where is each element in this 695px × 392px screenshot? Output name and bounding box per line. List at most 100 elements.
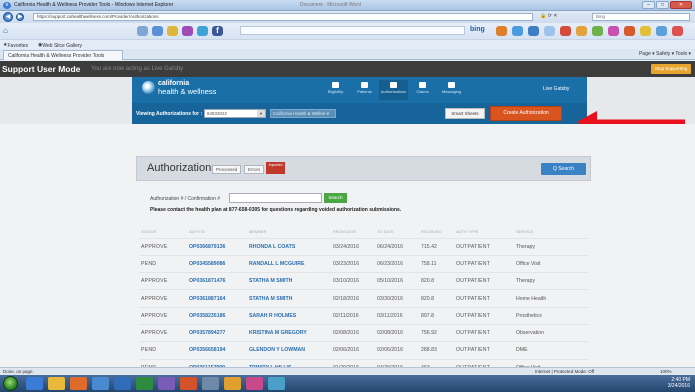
member-link[interactable]: STATHA M SMITH <box>247 272 331 290</box>
toolbar-app-icon[interactable] <box>672 26 683 36</box>
onenote-taskbar-icon[interactable] <box>158 377 175 390</box>
column-header[interactable]: STATUS <box>139 225 187 238</box>
browser-tab[interactable]: California Health & Wellness Provider To… <box>3 50 123 60</box>
auth-id-link[interactable]: OP0358235186 <box>187 306 247 325</box>
provider-id-select[interactable]: 84833022 ▼ <box>204 109 266 118</box>
toolbar-app-icon[interactable] <box>152 26 163 36</box>
auth-id-link[interactable]: OP0361871476 <box>187 272 247 290</box>
member-link[interactable]: RANDALL L MCGUIRE <box>247 254 331 273</box>
toolbar-app-icon[interactable] <box>182 26 193 36</box>
facebook-icon[interactable]: f <box>212 26 223 36</box>
table-row[interactable]: APPROVE OP0358235186 SARAH R HOLMES 02/1… <box>139 306 589 325</box>
member-link[interactable]: RHONDA L COATS <box>247 237 331 256</box>
app-taskbar-icon[interactable] <box>246 377 263 390</box>
table-row[interactable]: APPROVE OP0361887164 STATHA M SMITH 02/1… <box>139 289 589 308</box>
column-header[interactable]: AUTH ID <box>187 225 247 238</box>
toolbar-app-icon[interactable] <box>608 26 619 36</box>
status-cell: APPROVE <box>139 306 187 325</box>
health-plan-select[interactable]: California Health & Wellne ▾ <box>270 109 336 118</box>
column-header[interactable]: RECEIVED <box>419 225 454 238</box>
nav-patients[interactable]: Patients <box>350 80 379 100</box>
column-header[interactable]: SERVICE <box>514 225 589 238</box>
address-bar[interactable]: https://support.cahealthwellness.com/Pro… <box>33 13 533 21</box>
toolbar-app-icon[interactable] <box>544 26 555 36</box>
powerpoint-taskbar-icon[interactable] <box>180 377 197 390</box>
column-header[interactable]: TO DATE <box>375 225 419 238</box>
toolbar-app-icon[interactable] <box>197 26 208 36</box>
table-row[interactable]: APPROVE OP0357894277 KRISTINA M GREGORY … <box>139 323 589 342</box>
member-link[interactable]: KRISTINA M GREGORY <box>247 323 331 342</box>
window-title-secondary: Document - Microsoft Word <box>300 2 361 8</box>
app-taskbar-icon[interactable] <box>268 377 285 390</box>
to-date-cell: 02/08/2016 <box>375 323 419 342</box>
toolbar-app-icon[interactable] <box>640 26 651 36</box>
table-row[interactable]: APPROVE OP0366879136 RHONDA L COATS 03/2… <box>139 237 589 256</box>
security-zone[interactable]: Internet | Protected Mode: Off <box>535 369 594 374</box>
to-date-cell: 06/23/2016 <box>375 254 419 273</box>
table-row[interactable]: APPROVE OP0361871476 STATHA M SMITH 03/1… <box>139 272 589 290</box>
app-taskbar-icon[interactable] <box>202 377 219 390</box>
address-tools-icons[interactable]: 🔒 ⟳ ✕ <box>540 13 557 19</box>
member-link[interactable]: SARAH R HOLMES <box>247 306 331 325</box>
stop-supporting-button[interactable]: Stop Supporting <box>651 64 691 74</box>
tab-processed[interactable]: Processed <box>212 165 242 174</box>
nav-authorizations[interactable]: Authorizations <box>379 80 408 100</box>
web-slice-gallery-link[interactable]: ◉ Web Slice Gallery <box>38 42 82 50</box>
toolbar-app-icon[interactable] <box>167 26 178 36</box>
member-link[interactable]: GLENDON Y LOWMAN <box>247 341 331 360</box>
column-header[interactable]: FROM DATE <box>331 225 375 238</box>
taskbar-clock[interactable]: 2:40 PM 3/24/2016 <box>668 377 690 389</box>
minimize-icon[interactable]: – <box>642 1 655 9</box>
user-menu[interactable]: Live Gatsby <box>543 86 569 92</box>
toolbar-app-icon[interactable] <box>656 26 667 36</box>
nav-messaging[interactable]: Messaging <box>437 80 466 100</box>
quick-search-button[interactable]: Q Search <box>541 163 586 175</box>
column-header[interactable]: AUTH TYPE <box>454 225 514 238</box>
outlook-taskbar-icon[interactable] <box>92 377 109 390</box>
table-row[interactable]: PEND OP0345589086 RANDALL L MCGUIRE 03/2… <box>139 254 589 273</box>
table-row[interactable]: PEND OP0356658194 GLENDON Y LOWMAN 02/06… <box>139 341 589 360</box>
auth-number-input[interactable] <box>229 193 322 203</box>
favorites-button[interactable]: ★ Favorites <box>3 42 28 50</box>
search-input[interactable]: Bing <box>592 13 690 21</box>
ie-taskbar-icon[interactable] <box>26 377 43 390</box>
imported-badge[interactable]: Imported <box>266 162 285 174</box>
search-button[interactable]: Search <box>324 193 347 203</box>
auth-id-link[interactable]: OP0366879136 <box>187 237 247 256</box>
smart-sheets-button[interactable]: Smart Sheets <box>445 108 485 119</box>
word-taskbar-icon[interactable] <box>114 377 131 390</box>
auth-id-link[interactable]: OP0361887164 <box>187 289 247 308</box>
command-bar[interactable]: Page ▾ Safety ▾ Tools ▾ <box>639 51 691 57</box>
create-authorization-button[interactable]: Create Authorization <box>490 106 562 121</box>
auth-id-link[interactable]: OP0357894277 <box>187 323 247 342</box>
toolbar-app-icon[interactable] <box>560 26 571 36</box>
explorer-taskbar-icon[interactable] <box>48 377 65 390</box>
app-taskbar-icon[interactable] <box>224 377 241 390</box>
zoom-level[interactable]: 100% <box>660 369 672 374</box>
nav-claims[interactable]: Claims <box>408 80 437 100</box>
forward-arrow-icon[interactable]: ▶ <box>16 13 24 21</box>
member-link[interactable]: STATHA M SMITH <box>247 289 331 308</box>
home-icon[interactable]: ⌂ <box>3 26 8 35</box>
excel-taskbar-icon[interactable] <box>136 377 153 390</box>
auth-id-link[interactable]: OP0345589086 <box>187 254 247 273</box>
bing-logo[interactable]: bing <box>470 26 485 33</box>
maximize-icon[interactable]: □ <box>656 1 669 9</box>
back-arrow-icon[interactable]: ◀ <box>3 12 13 22</box>
close-icon[interactable]: ✕ <box>670 1 692 9</box>
toolbar-app-icon[interactable] <box>624 26 635 36</box>
toolbar-search-input[interactable] <box>240 26 465 35</box>
tab-errors[interactable]: Errors <box>244 165 265 174</box>
auth-id-link[interactable]: OP0356658194 <box>187 341 247 360</box>
media-taskbar-icon[interactable] <box>70 377 87 390</box>
service-cell: Office Visit <box>514 254 589 273</box>
toolbar-app-icon[interactable] <box>496 26 507 36</box>
toolbar-app-icon[interactable] <box>512 26 523 36</box>
column-header[interactable]: MEMBER <box>247 225 331 238</box>
toolbar-app-icon[interactable] <box>137 26 148 36</box>
toolbar-app-icon[interactable] <box>576 26 587 36</box>
toolbar-app-icon[interactable] <box>528 26 539 36</box>
toolbar-app-icon[interactable] <box>592 26 603 36</box>
nav-eligibility[interactable]: Eligibility <box>321 80 350 100</box>
start-button-icon[interactable] <box>3 376 18 391</box>
